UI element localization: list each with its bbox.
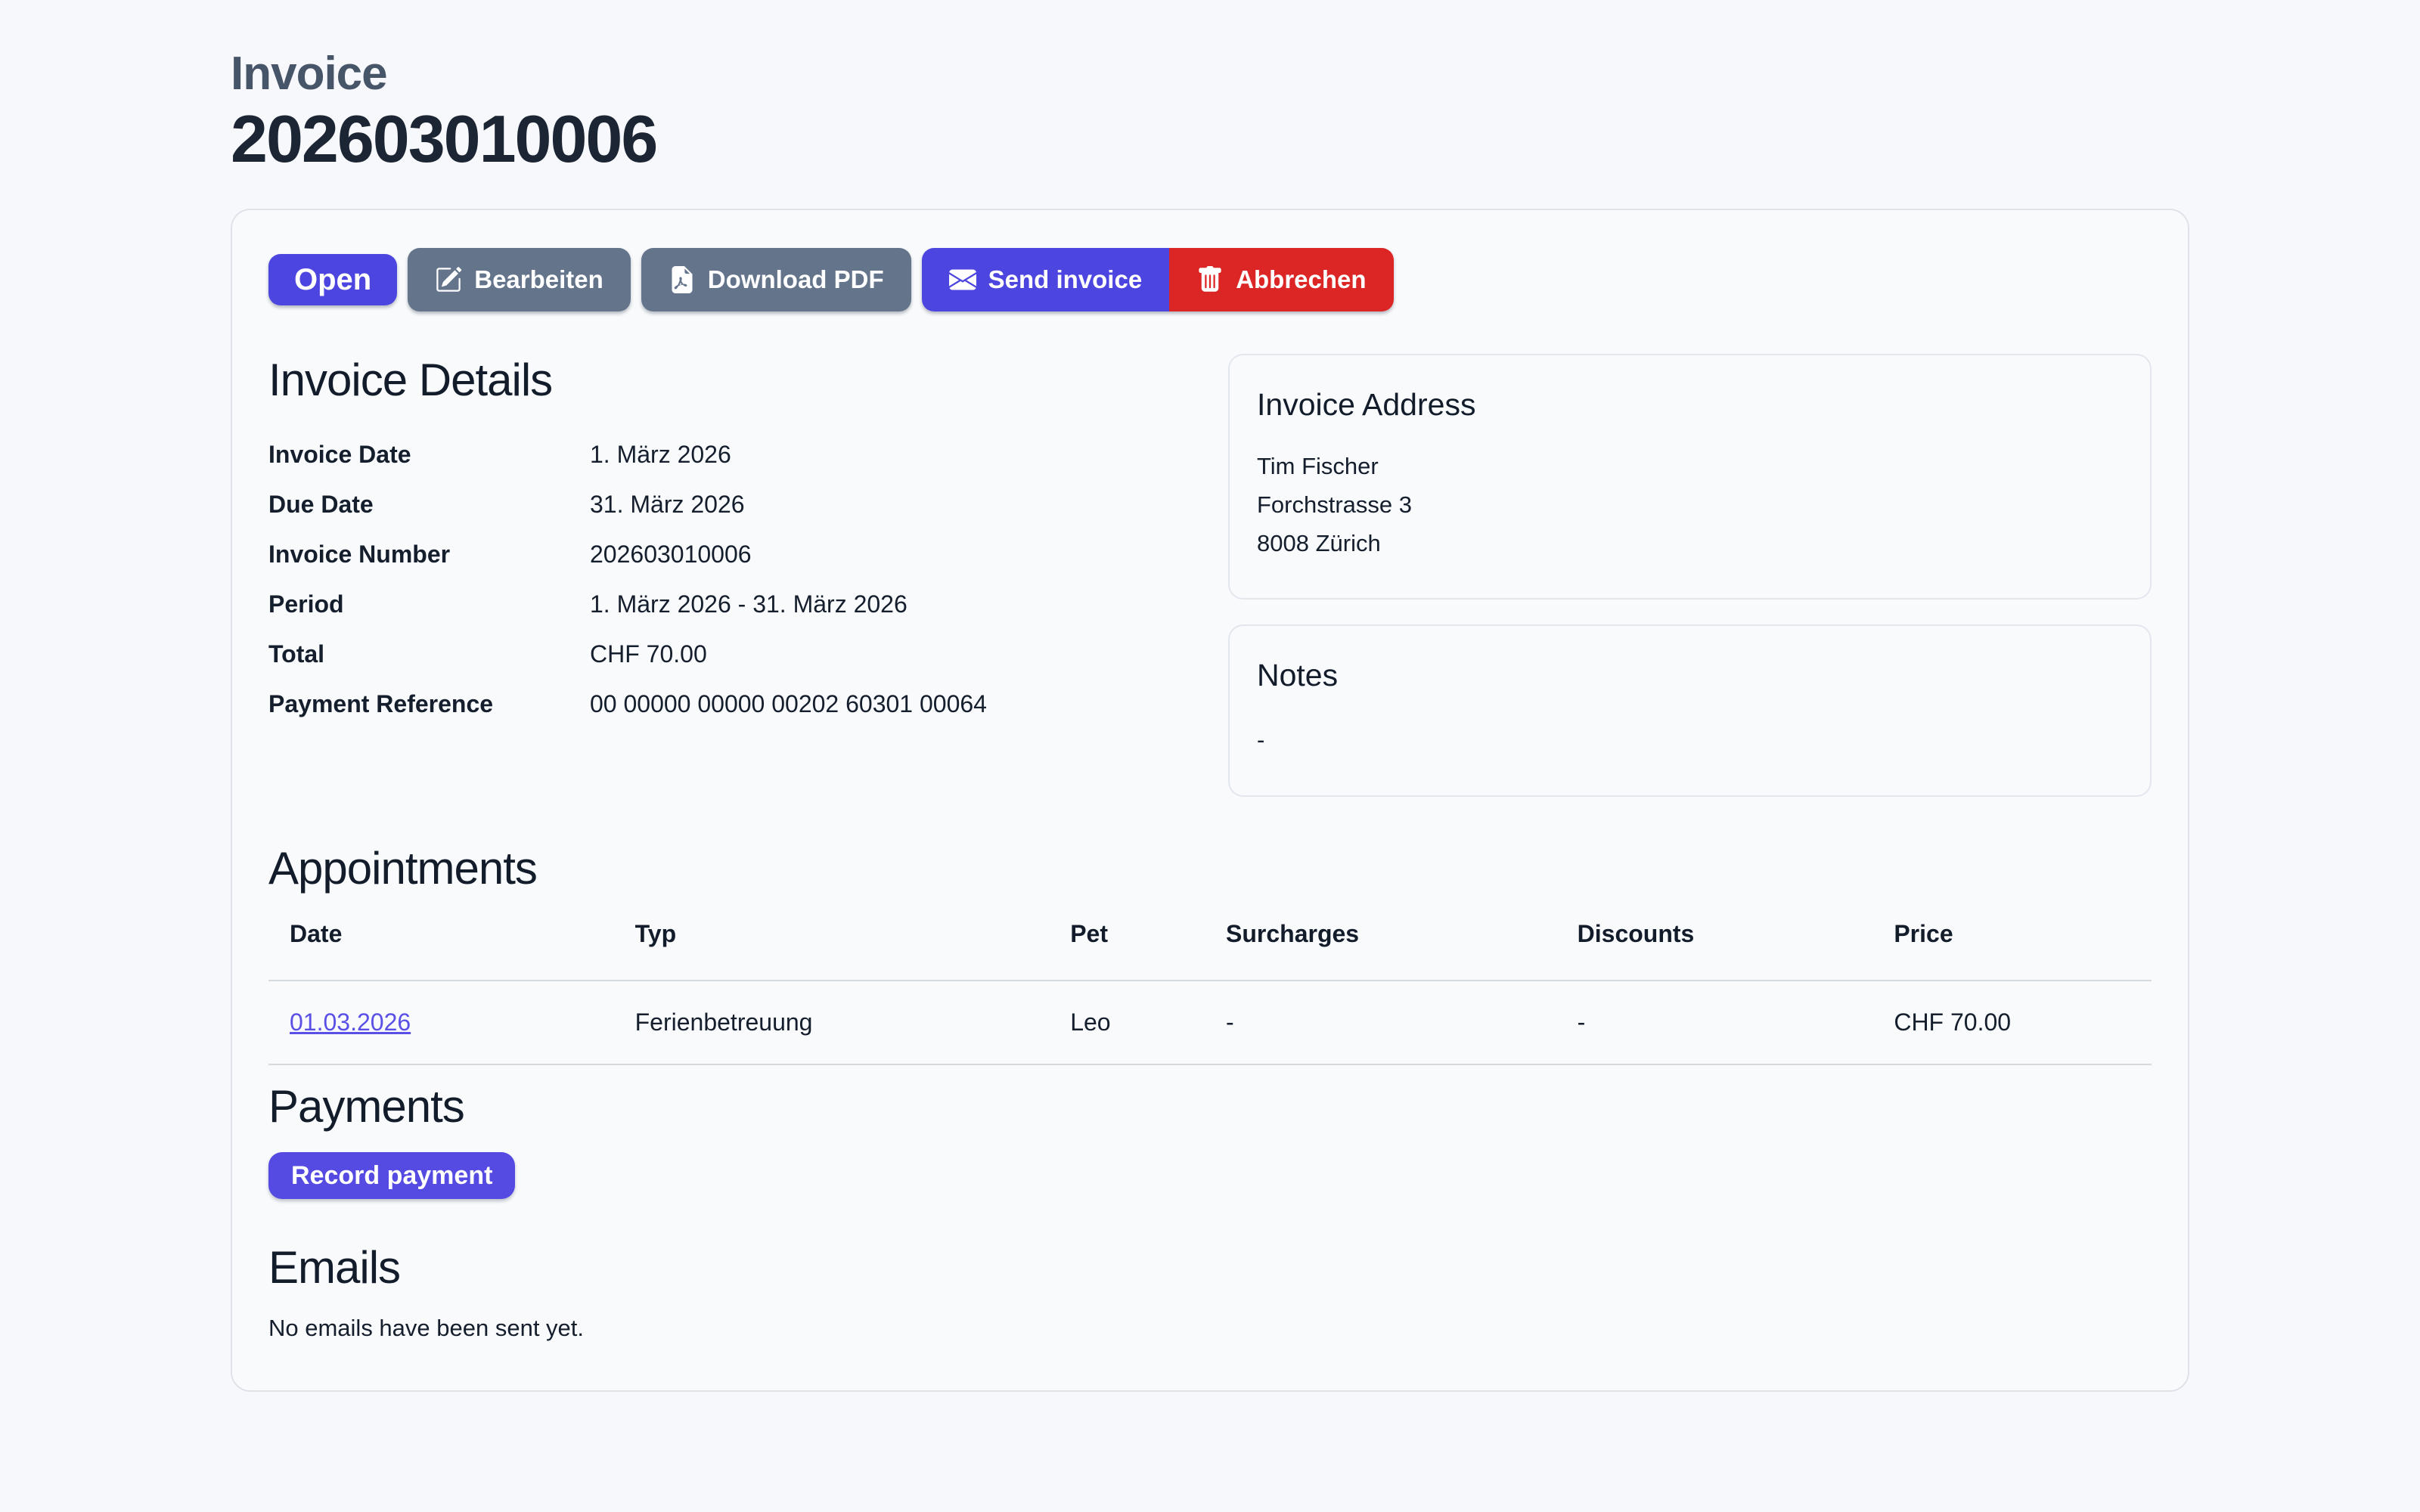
page-title: Invoice xyxy=(231,47,2189,101)
appointment-row: 01.03.2026 Ferienbetreuung Leo - - CHF 7… xyxy=(268,981,2152,1064)
appointments-heading: Appointments xyxy=(268,842,2152,894)
page-header: Invoice 202603010006 xyxy=(231,47,2189,177)
payments-heading: Payments xyxy=(268,1080,2152,1132)
appointment-surcharges-cell: - xyxy=(1205,981,1556,1064)
status-badge: Open xyxy=(268,254,397,305)
invoice-card: Open Bearbeiten Download PDF Send xyxy=(231,209,2189,1392)
address-and-notes-column: Invoice Address Tim Fischer Forchstrasse… xyxy=(1228,354,2152,797)
envelope-icon xyxy=(949,266,976,293)
download-pdf-button-label: Download PDF xyxy=(708,265,884,294)
edit-button[interactable]: Bearbeiten xyxy=(408,248,631,311)
detail-value: 1. März 2026 - 31. März 2026 xyxy=(590,590,1192,618)
detail-label: Invoice Number xyxy=(268,541,590,568)
record-payment-button[interactable]: Record payment xyxy=(268,1152,515,1199)
detail-label: Due Date xyxy=(268,491,590,518)
page-title-invoice-number: 202603010006 xyxy=(231,101,2189,177)
edit-button-label: Bearbeiten xyxy=(474,265,603,294)
emails-empty-message: No emails have been sent yet. xyxy=(268,1315,2152,1342)
address-line-name: Tim Fischer xyxy=(1257,447,2123,485)
detail-row-period: Period 1. März 2026 - 31. März 2026 xyxy=(268,590,1192,618)
invoice-address-card: Invoice Address Tim Fischer Forchstrasse… xyxy=(1228,354,2152,600)
invoice-address-heading: Invoice Address xyxy=(1257,387,2123,423)
invoice-details-list: Invoice Date 1. März 2026 Due Date 31. M… xyxy=(268,441,1192,717)
column-header-typ: Typ xyxy=(614,920,1050,981)
appointment-date-link[interactable]: 01.03.2026 xyxy=(290,1009,411,1036)
column-header-pet: Pet xyxy=(1049,920,1205,981)
detail-row-payment-reference: Payment Reference 00 00000 00000 00202 6… xyxy=(268,690,1192,717)
column-header-discounts: Discounts xyxy=(1556,920,1873,981)
detail-row-due-date: Due Date 31. März 2026 xyxy=(268,491,1192,518)
detail-label: Total xyxy=(268,640,590,668)
toolbar: Open Bearbeiten Download PDF Send xyxy=(268,248,2152,311)
pencil-square-icon xyxy=(435,266,462,293)
pdf-file-icon xyxy=(669,266,696,293)
detail-row-total: Total CHF 70.00 xyxy=(268,640,1192,668)
column-header-date: Date xyxy=(268,920,614,981)
address-line-street: Forchstrasse 3 xyxy=(1257,485,2123,524)
send-invoice-button[interactable]: Send invoice xyxy=(922,248,1170,311)
detail-label: Period xyxy=(268,590,590,618)
emails-heading: Emails xyxy=(268,1241,2152,1294)
invoice-details-heading: Invoice Details xyxy=(268,354,1192,406)
address-line-city: 8008 Zürich xyxy=(1257,524,2123,562)
invoice-address-lines: Tim Fischer Forchstrasse 3 8008 Zürich xyxy=(1257,447,2123,562)
detail-label: Payment Reference xyxy=(268,690,590,717)
appointment-date-cell: 01.03.2026 xyxy=(268,981,614,1064)
trash-icon xyxy=(1196,266,1224,293)
cancel-button-label: Abbrechen xyxy=(1236,265,1366,294)
detail-row-invoice-number: Invoice Number 202603010006 xyxy=(268,541,1192,568)
download-pdf-button[interactable]: Download PDF xyxy=(641,248,911,311)
detail-label: Invoice Date xyxy=(268,441,590,468)
appointment-discounts-cell: - xyxy=(1556,981,1873,1064)
detail-value: 00 00000 00000 00202 60301 00064 xyxy=(590,690,1192,717)
detail-row-invoice-date: Invoice Date 1. März 2026 xyxy=(268,441,1192,468)
cancel-button[interactable]: Abbrechen xyxy=(1169,248,1393,311)
appointment-typ-cell: Ferienbetreuung xyxy=(614,981,1050,1064)
appointments-header-row: Date Typ Pet Surcharges Discounts Price xyxy=(268,920,2152,981)
appointment-price-cell: CHF 70.00 xyxy=(1872,981,2152,1064)
appointments-table: Date Typ Pet Surcharges Discounts Price … xyxy=(268,920,2152,1065)
invoice-details-section: Invoice Details Invoice Date 1. März 202… xyxy=(268,354,1192,797)
send-cancel-button-group: Send invoice Abbrechen xyxy=(922,248,1394,311)
details-and-address-section: Invoice Details Invoice Date 1. März 202… xyxy=(268,354,2152,797)
detail-value: 31. März 2026 xyxy=(590,491,1192,518)
detail-value: 1. März 2026 xyxy=(590,441,1192,468)
detail-value: 202603010006 xyxy=(590,541,1192,568)
invoice-page: Invoice 202603010006 Open Bearbeiten Dow… xyxy=(231,0,2189,1392)
send-invoice-button-label: Send invoice xyxy=(988,265,1143,294)
notes-heading: Notes xyxy=(1257,658,2123,693)
appointment-pet-cell: Leo xyxy=(1049,981,1205,1064)
detail-value: CHF 70.00 xyxy=(590,640,1192,668)
column-header-surcharges: Surcharges xyxy=(1205,920,1556,981)
notes-card: Notes - xyxy=(1228,624,2152,797)
column-header-price: Price xyxy=(1872,920,2152,981)
notes-content: - xyxy=(1257,727,2123,754)
